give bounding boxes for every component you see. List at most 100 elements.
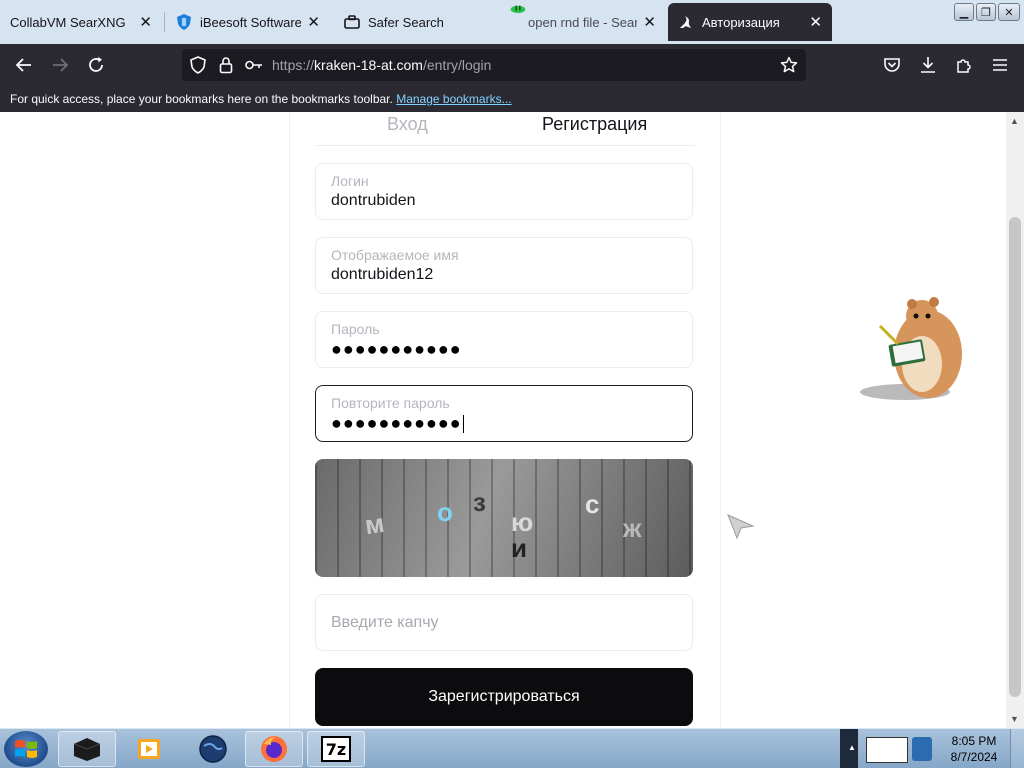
hamburger-menu-icon[interactable] <box>988 53 1012 77</box>
kraken-favicon-icon <box>678 14 694 30</box>
tab-safer-search[interactable]: Safer Search <box>334 3 494 41</box>
taskbar-terminal-app[interactable] <box>58 731 116 767</box>
page-scrollbar[interactable]: ▲ ▼ <box>1006 112 1024 728</box>
start-button[interactable] <box>4 731 48 767</box>
terminal-box-icon <box>73 738 101 761</box>
tab-login[interactable]: Вход <box>387 114 428 135</box>
firefox-icon <box>261 736 287 762</box>
register-button[interactable]: Зарегистрироваться <box>315 668 693 726</box>
downloads-icon[interactable] <box>916 53 940 77</box>
clock-time: 8:05 PM <box>951 734 997 748</box>
captcha-letter: о <box>437 497 453 527</box>
register-button-label: Зарегистрироваться <box>428 688 580 705</box>
scroll-down-icon[interactable]: ▼ <box>1010 714 1019 724</box>
tab-title: Safer Search <box>368 14 444 30</box>
url-host: kraken-18-at.com <box>314 57 423 73</box>
reload-icon[interactable] <box>84 53 108 77</box>
close-window-icon[interactable]: ✕ <box>998 3 1020 21</box>
url-path: /entry/login <box>422 57 492 73</box>
restore-icon[interactable]: ❐ <box>976 3 996 21</box>
tab-title: open rnd file - Searc <box>528 14 638 30</box>
registration-card: Вход Регистрация Логин dontrubiden Отобр… <box>290 112 720 728</box>
tab-register[interactable]: Регистрация <box>542 114 647 135</box>
bookmark-star-icon[interactable] <box>779 55 799 75</box>
manage-bookmarks-link[interactable]: Manage bookmarks... <box>396 92 511 106</box>
tab-collabvm-searxng[interactable]: CollabVM SearXNG ✕ <box>0 3 162 41</box>
taskbar-7zip[interactable]: 7z <box>307 731 365 767</box>
lock-icon[interactable] <box>216 55 236 75</box>
repeat-password-dots: ●●●●●●●●●●● <box>331 413 462 433</box>
green-favicon-icon <box>504 5 526 30</box>
auth-tabs: Вход Регистрация <box>315 112 695 146</box>
shield-favicon-icon <box>176 14 192 30</box>
display-name-field[interactable]: Отображаемое имя dontrubiden12 <box>315 237 693 294</box>
tab-title: iBeesoft Software | D <box>200 14 302 30</box>
taskbar-clock[interactable]: 8:05 PM 8/7/2024 <box>946 733 1002 765</box>
url-bar[interactable]: https://kraken-18-at.com/entry/login <box>182 49 806 81</box>
pocket-icon[interactable] <box>880 53 904 77</box>
captcha-placeholder: Введите капчу <box>331 614 439 631</box>
taskbar-firefox[interactable] <box>245 731 303 767</box>
window-controls: ▁ ❐ ✕ <box>954 3 1020 21</box>
mouse-pointer-icon <box>727 512 755 540</box>
close-icon[interactable]: ✕ <box>643 13 656 31</box>
bookmarks-toolbar: For quick access, place your bookmarks h… <box>0 86 1024 112</box>
tab-title: Авторизация <box>702 14 780 30</box>
show-desktop-button[interactable] <box>1010 729 1024 768</box>
display-name-value: dontrubiden12 <box>331 266 434 283</box>
password-field[interactable]: Пароль ●●●●●●●●●●● <box>315 311 693 368</box>
tab-strip: CollabVM SearXNG ✕ iBeesoft Software | D… <box>0 0 1024 44</box>
captcha-letter: з <box>473 487 486 517</box>
taskbar-media-player[interactable] <box>120 731 178 767</box>
key-permissions-icon[interactable] <box>244 55 264 75</box>
tracking-shield-icon[interactable] <box>188 55 208 75</box>
close-icon[interactable]: ✕ <box>139 13 152 31</box>
hamster-mascot-image <box>850 292 970 407</box>
windows-logo-icon <box>15 740 37 758</box>
media-player-icon <box>138 739 160 759</box>
login-field[interactable]: Логин dontrubiden <box>315 163 693 220</box>
tab-title: CollabVM SearXNG <box>10 14 126 30</box>
globe-icon <box>199 735 227 763</box>
close-icon[interactable]: ✕ <box>809 13 822 31</box>
tab-open-rnd-file[interactable]: open rnd file - Searc ✕ <box>494 3 666 41</box>
close-icon[interactable]: ✕ <box>307 13 320 31</box>
taskbar-globe-app[interactable] <box>184 731 242 767</box>
text-caret <box>462 415 465 434</box>
bookmarks-hint-text: For quick access, place your bookmarks h… <box>10 92 393 106</box>
url-scheme: https:// <box>272 57 315 73</box>
scroll-thumb[interactable] <box>1009 217 1021 697</box>
password-value: ●●●●●●●●●●● <box>331 339 462 359</box>
captcha-letter: м <box>362 507 387 541</box>
page-content: Вход Регистрация Логин dontrubiden Отобр… <box>0 112 1006 728</box>
url-text[interactable]: https://kraken-18-at.com/entry/login <box>272 57 491 73</box>
captcha-letter: ж <box>623 513 642 543</box>
seven-zip-icon: 7z <box>321 736 351 762</box>
display-name-label: Отображаемое имя <box>331 247 459 263</box>
tray-7zip-icon[interactable] <box>866 737 908 763</box>
tray-network-icon[interactable] <box>912 737 932 761</box>
captcha-letter: и <box>511 533 527 563</box>
scroll-up-icon[interactable]: ▲ <box>1010 116 1019 126</box>
captcha-image: м о з ю и с ж <box>315 459 693 577</box>
tab-authorization[interactable]: Авторизация ✕ <box>668 3 832 41</box>
captcha-letter: с <box>585 489 600 519</box>
tab-ibeesoft[interactable]: iBeesoft Software | D ✕ <box>166 3 330 41</box>
minimize-icon[interactable]: ▁ <box>954 3 974 21</box>
tab-separator <box>164 12 165 32</box>
login-label: Логин <box>331 173 369 189</box>
clock-date: 8/7/2024 <box>950 750 998 764</box>
forward-arrow-icon[interactable] <box>48 53 72 77</box>
briefcase-favicon-icon <box>344 14 360 30</box>
password-label: Пароль <box>331 321 380 337</box>
repeat-password-value: ●●●●●●●●●●● <box>331 413 465 434</box>
taskbar: 7z ▲ 8:05 PM 8/7/2024 <box>0 728 1024 768</box>
tray-expand-icon[interactable]: ▲ <box>848 743 856 752</box>
login-value: dontrubiden <box>331 192 416 209</box>
back-arrow-icon[interactable] <box>12 53 36 77</box>
extensions-puzzle-icon[interactable] <box>952 53 976 77</box>
navigation-toolbar: https://kraken-18-at.com/entry/login <box>0 44 1024 86</box>
repeat-password-label: Повторите пароль <box>331 395 450 411</box>
captcha-input[interactable]: Введите капчу <box>315 594 693 651</box>
repeat-password-field[interactable]: Повторите пароль ●●●●●●●●●●● <box>315 385 693 442</box>
